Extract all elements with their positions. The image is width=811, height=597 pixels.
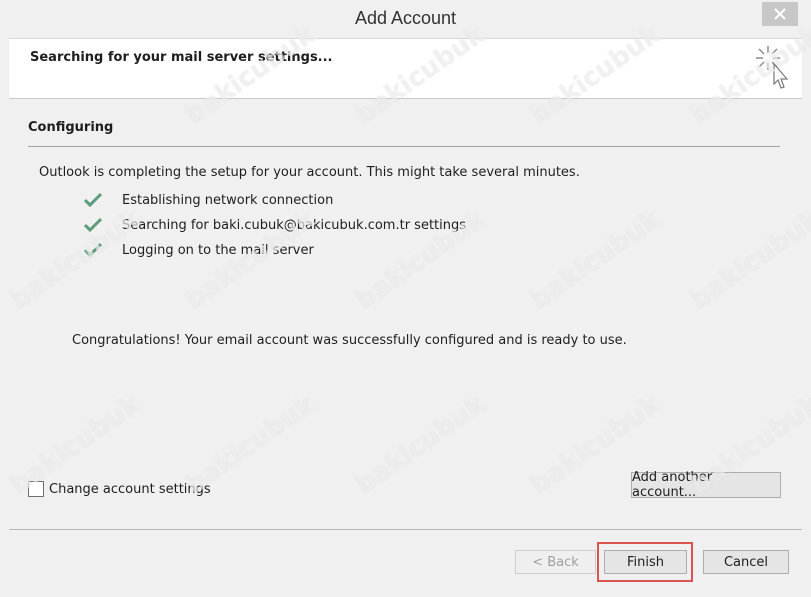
step-item: Searching for baki.cubuk@bakicubuk.com.t… [84,215,466,235]
intro-text: Outlook is completing the setup for your… [39,165,580,180]
watermark: bakicubuk [350,389,491,501]
checkmark-icon [84,217,102,233]
watermark: bakicubuk [685,204,811,316]
change-settings-checkbox[interactable] [28,481,44,497]
close-button[interactable] [762,2,798,26]
step-label: Establishing network connection [122,192,334,208]
busy-cursor-icon [756,46,789,89]
header-panel: Searching for your mail server settings.… [9,38,802,99]
section-divider [28,146,780,147]
header-status-text: Searching for your mail server settings.… [30,50,333,65]
watermark: bakicubuk [525,204,666,316]
step-item: Establishing network connection [84,190,333,210]
step-label: Searching for baki.cubuk@bakicubuk.com.t… [122,217,467,233]
finish-highlight-box [597,542,693,582]
close-icon [774,8,786,20]
change-settings-option[interactable]: Change account settings [28,481,211,497]
checkmark-icon [84,192,102,208]
back-button[interactable]: < Back [515,550,596,574]
step-item: Logging on to the mail server [84,240,314,260]
window-title: Add Account [354,8,457,28]
change-settings-label[interactable]: Change account settings [49,482,211,497]
add-another-account-button[interactable]: Add another account... [631,470,781,500]
congratulations-text: Congratulations! Your email account was … [72,333,627,348]
cancel-button[interactable]: Cancel [703,550,789,574]
step-label: Logging on to the mail server [122,242,314,258]
title-bar: Add Account [0,0,811,38]
footer-divider [9,529,802,530]
section-title: Configuring [28,120,114,135]
checkmark-icon [84,242,102,258]
